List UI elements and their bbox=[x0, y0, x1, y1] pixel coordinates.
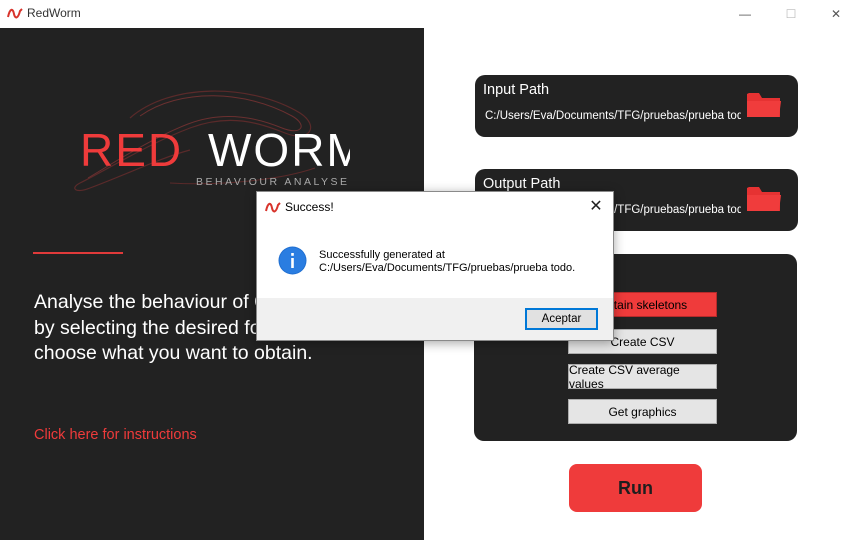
input-path-label: Input Path bbox=[483, 82, 550, 98]
input-path-panel: Input Path C:/Users/Eva/Documents/TFG/pr… bbox=[475, 75, 798, 137]
svg-text:BEHAVIOUR ANALYSER: BEHAVIOUR ANALYSER bbox=[196, 176, 350, 188]
close-window-button[interactable]: ✕ bbox=[813, 0, 859, 27]
maximize-button[interactable]: ☐ bbox=[768, 0, 814, 27]
dialog-close-button[interactable]: ✕ bbox=[583, 195, 609, 217]
get-graphics-button[interactable]: Get graphics bbox=[568, 399, 717, 424]
create-csv-average-button[interactable]: Create CSV average values bbox=[568, 363, 717, 391]
run-button[interactable]: Run bbox=[569, 464, 702, 512]
worm-app-icon bbox=[265, 202, 281, 213]
accept-button[interactable]: Aceptar bbox=[525, 308, 598, 330]
redworm-logo: RED WORM BEHAVIOUR ANALYSER bbox=[74, 90, 350, 192]
svg-text:RED: RED bbox=[80, 124, 183, 176]
window-title: RedWorm bbox=[27, 6, 81, 20]
info-icon bbox=[278, 246, 307, 275]
folder-icon[interactable] bbox=[746, 183, 782, 213]
worm-app-icon bbox=[7, 8, 23, 19]
output-path-label: Output Path bbox=[483, 176, 561, 192]
dialog-message-line1: Successfully generated at bbox=[319, 249, 445, 261]
divider-line bbox=[33, 252, 123, 254]
minimize-button[interactable]: — bbox=[722, 0, 768, 27]
input-path-value: C:/Users/Eva/Documents/TFG/pruebas/prueb… bbox=[485, 110, 741, 122]
svg-text:WORM: WORM bbox=[208, 124, 350, 176]
dialog-message: Successfully generated at C:/Users/Eva/D… bbox=[319, 249, 575, 275]
folder-icon[interactable] bbox=[746, 89, 782, 119]
dialog-message-line2: C:/Users/Eva/Documents/TFG/pruebas/prueb… bbox=[319, 262, 576, 274]
success-dialog: Success! ✕ Successfully generated at C:/… bbox=[256, 191, 614, 341]
dialog-title: Success! bbox=[285, 200, 334, 214]
instructions-link[interactable]: Click here for instructions bbox=[34, 427, 197, 443]
dialog-footer: Aceptar bbox=[257, 298, 613, 340]
title-bar: RedWorm — ☐ ✕ bbox=[0, 0, 859, 27]
